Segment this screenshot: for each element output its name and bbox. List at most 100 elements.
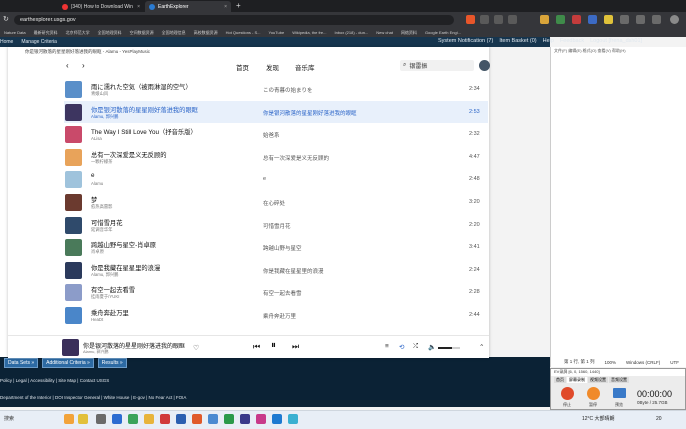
extension-icon[interactable]	[540, 15, 549, 24]
app-icon[interactable]	[240, 414, 250, 424]
bookmark[interactable]: 高校数据资源	[194, 30, 218, 36]
bookmark[interactable]: Nature Data	[4, 30, 26, 35]
song-title[interactable]: 梦	[91, 195, 97, 204]
bookmark[interactable]: 北京师范大学	[66, 30, 90, 36]
bookmark[interactable]: Hot Questions - S...	[226, 30, 261, 35]
extension-icon[interactable]	[588, 15, 597, 24]
close-icon[interactable]: ×	[224, 4, 227, 10]
album-cover[interactable]	[65, 216, 82, 234]
menu-item-basket[interactable]: Item Basket (0)	[499, 38, 536, 44]
song-row[interactable]: 乘舟奔赴万里 HeaDt 乘舟奔赴万里 2:44	[64, 304, 488, 327]
extension-icon[interactable]	[620, 15, 629, 24]
song-album[interactable]: 你是银河散落的星星刚好落进我的眼眶	[263, 109, 357, 117]
shuffle-icon[interactable]: ⤮	[413, 343, 418, 351]
app-icon[interactable]	[64, 414, 74, 424]
additional-criteria-button[interactable]: Additional Criteria »	[42, 358, 94, 368]
extension-icon[interactable]	[466, 15, 475, 24]
clock[interactable]: 20	[656, 416, 662, 422]
song-row[interactable]: e Alamu e 2:48	[64, 168, 488, 191]
extension-icon[interactable]	[556, 15, 565, 24]
song-row[interactable]: 总有一次深爱是义无反顾的 一颗柠檬茶 总有一次深爱是义无反顾的 4:47	[64, 146, 488, 169]
bookmark[interactable]: 全国地理资料	[98, 30, 122, 36]
now-playing-artist[interactable]: Alamu, 郭兴鹏	[83, 349, 109, 355]
song-title[interactable]: The Way I Still Love You（抒音乐版）	[91, 127, 197, 136]
song-album[interactable]: 乘舟奔赴万里	[263, 312, 296, 320]
bookmark[interactable]: Inbox (218) - dun...	[334, 30, 368, 35]
song-row[interactable]: 梦愈热高雷影 在心碎处 3:20	[64, 191, 488, 214]
forward-icon[interactable]: ›	[82, 61, 85, 70]
next-icon[interactable]: ⏭	[292, 342, 299, 352]
preview-icon[interactable]	[613, 388, 626, 398]
song-artist[interactable]: 愈热高雷影	[91, 204, 112, 210]
pause-record-icon[interactable]	[587, 387, 600, 400]
app-icon[interactable]	[272, 414, 282, 424]
song-album[interactable]: 在心碎处	[263, 199, 285, 207]
app-icon[interactable]	[224, 414, 234, 424]
menu-feedback[interactable]: Feedback	[560, 38, 584, 44]
extension-icon[interactable]	[604, 15, 613, 24]
song-title[interactable]: 你是银河散落的星星刚好落进我的眼眶	[91, 105, 198, 114]
album-cover[interactable]	[65, 239, 82, 257]
song-title[interactable]: 你是我藏在星星里的浪漫	[91, 263, 160, 272]
song-artist[interactable]: 一颗柠檬茶	[91, 159, 112, 165]
menu-notifications[interactable]: System Notification (7)	[438, 38, 493, 44]
playlist-icon[interactable]: ≡	[385, 343, 389, 350]
bookmark[interactable]: 网络资料	[401, 30, 417, 36]
album-cover[interactable]	[65, 171, 82, 189]
song-artist[interactable]: 肖卓原	[91, 249, 104, 255]
song-title[interactable]: 总有一次深爱是义无反顾的	[91, 150, 167, 159]
song-title[interactable]: 跨越山野与星空-肖卓原	[91, 240, 156, 249]
weather-widget[interactable]: 12°C 大部晴朗	[582, 416, 615, 422]
bookmark[interactable]: YouTube	[268, 30, 284, 35]
nav-discover[interactable]: 发现	[266, 62, 279, 72]
footer-links[interactable]: Policy | Legal | Accessibility | Site Ma…	[0, 378, 109, 383]
song-artist[interactable]: 挂雨夏于/YUKI	[91, 294, 119, 300]
song-album[interactable]: 可惜雪月花	[263, 222, 291, 230]
edge-icon[interactable]	[112, 414, 122, 424]
extension-icon[interactable]	[480, 15, 489, 24]
song-row[interactable]: 你是我藏在星星里的浪漫 Alamu, 郭兴鹏 你是我藏在星星里的浪漫 2:24	[64, 259, 488, 282]
song-artist[interactable]: HeaDt	[91, 317, 103, 322]
folder-icon[interactable]	[144, 414, 154, 424]
app-icon[interactable]	[256, 414, 266, 424]
bookmark[interactable]: 全国地理信息	[162, 30, 186, 36]
nav-home[interactable]: 首页	[236, 62, 249, 72]
album-cover[interactable]	[65, 103, 82, 121]
app-icon[interactable]	[78, 414, 88, 424]
menu-manage-criteria[interactable]: Manage Criteria	[21, 39, 57, 45]
heart-icon[interactable]: ♡	[193, 344, 199, 352]
reload-icon[interactable]: ↻	[3, 15, 9, 23]
browser-tab-youtube[interactable]: (340) How to Download Wind... ×	[58, 1, 144, 12]
bookmark[interactable]: New chat	[376, 30, 393, 35]
back-icon[interactable]: ‹	[66, 61, 69, 70]
tab-audio-settings[interactable]: 音频设置	[609, 377, 629, 383]
album-cover[interactable]	[65, 306, 82, 324]
menu-logout[interactable]: Logout [frena_dsh01]	[590, 38, 642, 44]
previous-icon[interactable]: ⏮	[253, 342, 260, 352]
bookmark[interactable]: Wikipedia, the fre...	[292, 30, 326, 35]
footer-links[interactable]: Department of the Interior | DOI Inspect…	[0, 395, 186, 400]
song-row[interactable]: 可惜雪月花 延调音华年 可惜雪月花 2:20	[64, 214, 488, 237]
song-album[interactable]: 始爸系	[263, 131, 280, 139]
song-title[interactable]: 雨に濡れた空気（被雨淋湿的空气）	[91, 82, 192, 91]
search-input[interactable]: ⌕ 银雷振	[400, 60, 474, 71]
results-button[interactable]: Results »	[97, 358, 127, 368]
song-title[interactable]: e	[91, 172, 95, 179]
new-tab-button[interactable]: +	[236, 1, 241, 10]
bookmark[interactable]: Google Earth Engi...	[425, 30, 461, 35]
url-input[interactable]: earthexplorer.usgs.gov	[14, 15, 454, 25]
extension-icon[interactable]	[508, 15, 517, 24]
album-cover[interactable]	[65, 148, 82, 166]
stop-record-icon[interactable]	[561, 387, 574, 400]
volume-icon[interactable]: 🔈	[428, 343, 436, 351]
song-artist[interactable]: Alamu, 郭兴鹏	[91, 114, 118, 120]
close-icon[interactable]: ×	[137, 4, 140, 10]
album-cover[interactable]	[65, 284, 82, 302]
app-icon[interactable]	[288, 414, 298, 424]
song-title[interactable]: 有空一起去看雪	[91, 285, 135, 294]
album-cover[interactable]	[65, 81, 82, 98]
app-icon[interactable]	[160, 414, 170, 424]
song-artist[interactable]: 青娘山风	[91, 91, 108, 97]
song-row[interactable]: 跨越山野与星空-肖卓原 肖卓原 跨越山野与星空 3:41	[64, 236, 488, 259]
song-album[interactable]: e	[263, 176, 266, 182]
